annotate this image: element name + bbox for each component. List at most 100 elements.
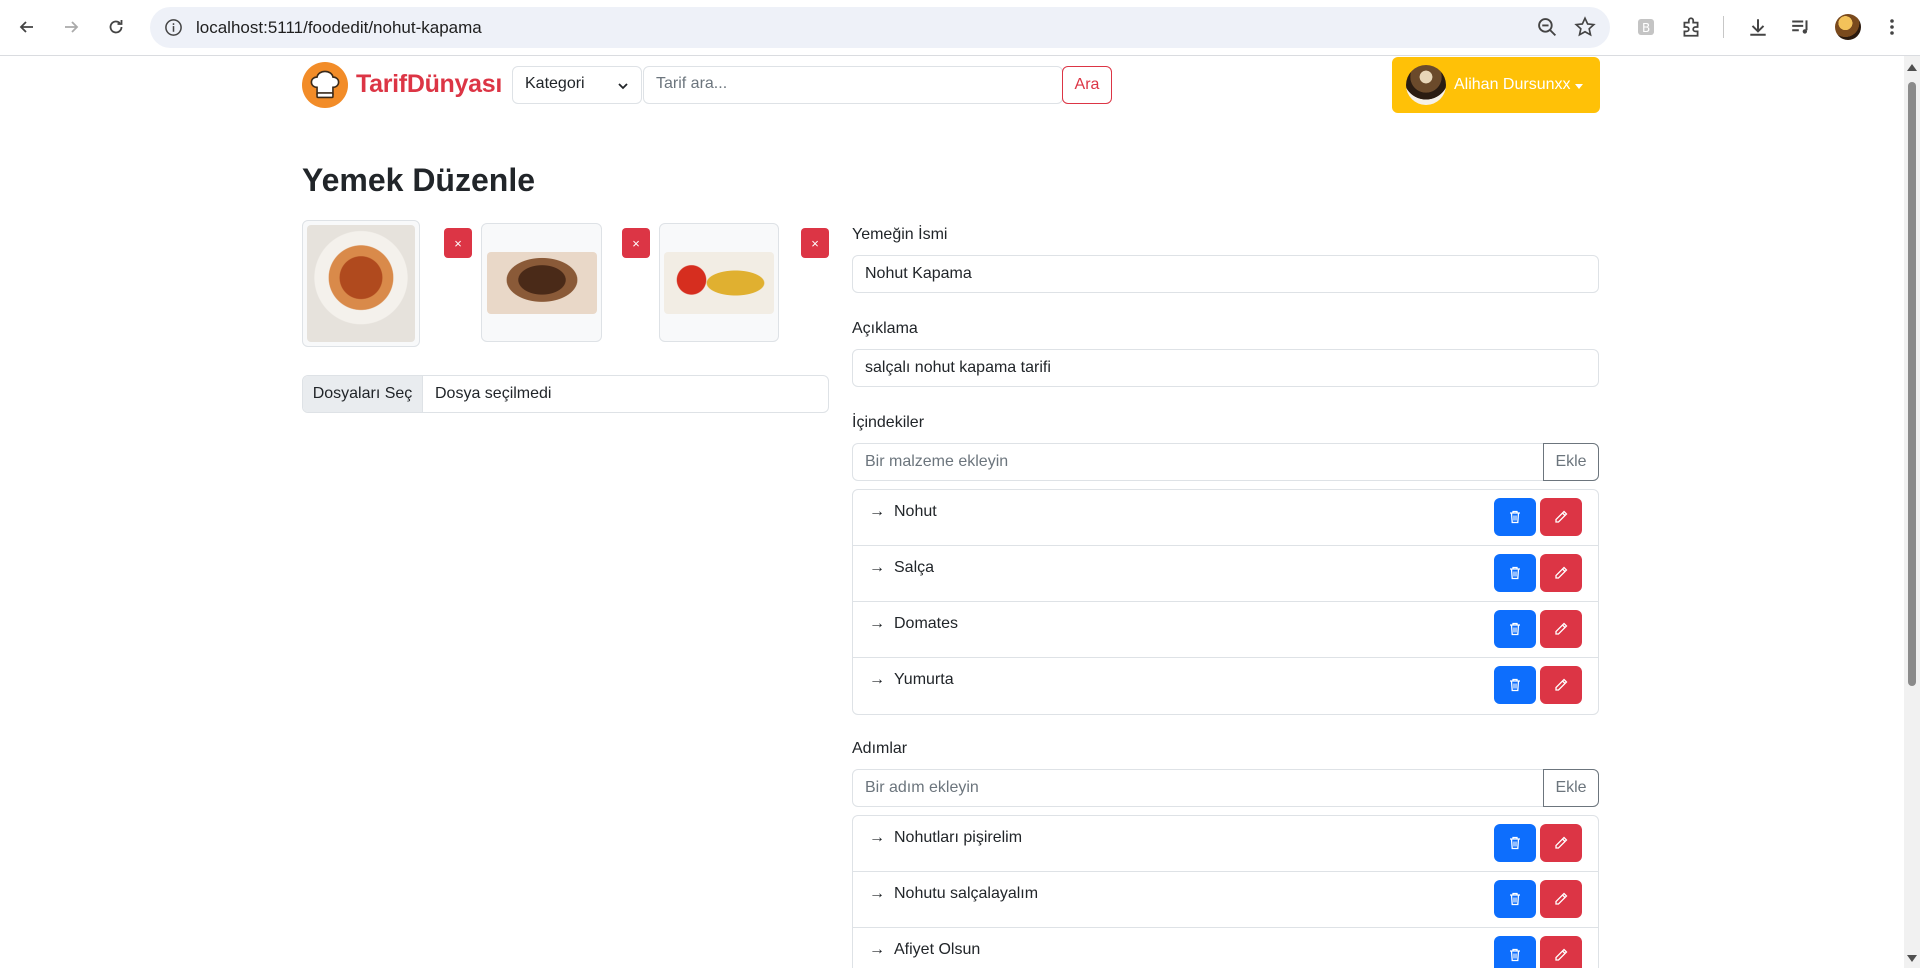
user-menu-button[interactable]: Alihan Dursunxx <box>1392 57 1600 113</box>
trash-icon <box>1510 622 1520 636</box>
edit-item-button[interactable] <box>1540 880 1582 918</box>
reload-icon <box>109 20 123 34</box>
url-text[interactable]: localhost:5111/foodedit/nohut-kapama <box>196 18 482 38</box>
list-item-text: Nohut <box>894 503 937 520</box>
food-image-3 <box>659 223 779 342</box>
food-image-1 <box>302 220 420 347</box>
steps-list: → Nohutları pişirelim → Nohutu salçalayalım… <box>852 815 1599 968</box>
list-item-text: Nohutu salçalayalım <box>894 885 1039 902</box>
delete-image-button[interactable]: × <box>622 228 650 258</box>
list-item: → Yumurta <box>853 658 1598 714</box>
forward-button[interactable] <box>54 10 88 44</box>
trash-icon <box>1510 510 1520 524</box>
ingredient-input[interactable]: Bir malzeme ekleyin <box>852 443 1544 481</box>
user-avatar <box>1406 65 1446 105</box>
pencil-icon <box>1555 678 1568 691</box>
menu-kebab-icon[interactable] <box>1880 15 1904 39</box>
arrow-left-icon <box>19 21 33 33</box>
toolbar-divider <box>1723 16 1724 38</box>
list-item-text: Yumurta <box>894 671 954 688</box>
delete-image-button[interactable]: × <box>444 228 472 258</box>
arrow-right-icon <box>65 21 79 33</box>
description-field[interactable]: salçalı nohut kapama tarifi <box>852 349 1599 387</box>
scroll-down-arrow-icon[interactable] <box>1907 955 1917 962</box>
pencil-icon <box>1555 836 1568 849</box>
edit-item-button[interactable] <box>1540 666 1582 704</box>
arrow-right-icon: → <box>869 885 885 902</box>
add-step-button[interactable]: Ekle <box>1543 769 1599 807</box>
arrow-right-icon: → <box>869 671 885 688</box>
delete-item-button[interactable] <box>1494 554 1536 592</box>
extensions-puzzle-icon[interactable] <box>1679 15 1703 39</box>
delete-item-button[interactable] <box>1494 880 1536 918</box>
chevron-down-icon <box>618 83 628 90</box>
downloads-icon[interactable] <box>1746 15 1770 39</box>
page-title: Yemek Düzenle <box>302 162 535 198</box>
list-item: → Afiyet Olsun <box>853 928 1598 968</box>
page-scrollbar[interactable] <box>1904 56 1920 968</box>
trash-icon <box>1510 948 1520 962</box>
pencil-icon <box>1555 566 1568 579</box>
file-upload-input[interactable]: Dosyaları Seç Dosya seçilmedi <box>302 375 829 413</box>
arrow-right-icon: → <box>869 829 885 846</box>
user-name: Alihan Dursunxx <box>1454 76 1571 93</box>
step-input-group: Bir adım ekleyin Ekle <box>852 769 1599 807</box>
list-item: → Nohut <box>853 490 1598 546</box>
search-button[interactable]: Ara <box>1062 66 1112 104</box>
list-item-text: Nohutları pişirelim <box>894 829 1023 846</box>
category-select[interactable]: Kategori <box>512 66 642 104</box>
food-image-2 <box>481 223 602 342</box>
pencil-icon <box>1555 510 1568 523</box>
profile-avatar[interactable] <box>1835 14 1861 40</box>
chef-hat-logo-icon[interactable] <box>302 62 348 108</box>
ingredients-list: → Nohut → Salça → Domates → Yumurta <box>852 489 1599 715</box>
name-field[interactable]: Nohut Kapama <box>852 255 1599 293</box>
svg-text:B: B <box>1642 21 1650 35</box>
edit-item-button[interactable] <box>1540 936 1582 968</box>
address-bar[interactable]: localhost:5111/foodedit/nohut-kapama <box>150 7 1610 48</box>
delete-image-button[interactable]: × <box>801 228 829 258</box>
list-item: → Salça <box>853 546 1598 602</box>
name-label: Yemeğin İsmi <box>852 226 948 243</box>
zoom-icon[interactable] <box>1537 17 1558 38</box>
list-item-text: Salça <box>894 559 935 576</box>
delete-item-button[interactable] <box>1494 610 1536 648</box>
add-ingredient-button[interactable]: Ekle <box>1543 443 1599 481</box>
edit-item-button[interactable] <box>1540 554 1582 592</box>
pencil-icon <box>1555 892 1568 905</box>
search-input[interactable]: Tarif ara... <box>643 66 1063 104</box>
scroll-up-arrow-icon[interactable] <box>1907 64 1917 71</box>
reload-button[interactable] <box>99 10 133 44</box>
media-control-icon[interactable] <box>1789 15 1813 39</box>
list-item: → Domates <box>853 602 1598 658</box>
list-item: → Nohutu salçalayalım <box>853 872 1598 928</box>
delete-item-button[interactable] <box>1494 498 1536 536</box>
site-info-icon[interactable] <box>164 18 183 37</box>
trash-icon <box>1510 892 1520 906</box>
site-navbar: TarifDünyası Kategori Tarif ara... Ara A… <box>302 56 1600 113</box>
pencil-icon <box>1555 948 1568 961</box>
trash-icon <box>1510 566 1520 580</box>
file-status-text: Dosya seçilmedi <box>435 385 552 402</box>
list-item-text: Afiyet Olsun <box>894 941 981 958</box>
edit-item-button[interactable] <box>1540 610 1582 648</box>
arrow-right-icon: → <box>869 503 885 520</box>
bookmark-star-icon[interactable] <box>1574 16 1596 38</box>
delete-item-button[interactable] <box>1494 824 1536 862</box>
delete-item-button[interactable] <box>1494 666 1536 704</box>
choose-files-button[interactable]: Dosyaları Seç <box>303 376 423 412</box>
caret-down-icon <box>1574 83 1583 89</box>
scrollbar-thumb[interactable] <box>1908 82 1916 686</box>
delete-item-button[interactable] <box>1494 936 1536 968</box>
category-select-value: Kategori <box>525 75 585 92</box>
trash-icon <box>1510 836 1520 850</box>
description-label: Açıklama <box>852 320 918 337</box>
edit-item-button[interactable] <box>1540 498 1582 536</box>
step-input[interactable]: Bir adım ekleyin <box>852 769 1544 807</box>
arrow-right-icon: → <box>869 941 885 958</box>
brand-name[interactable]: TarifDünyası <box>356 70 502 99</box>
back-button[interactable] <box>10 10 44 44</box>
edit-item-button[interactable] <box>1540 824 1582 862</box>
extension-b-icon[interactable]: B <box>1634 15 1658 39</box>
arrow-right-icon: → <box>869 559 885 576</box>
